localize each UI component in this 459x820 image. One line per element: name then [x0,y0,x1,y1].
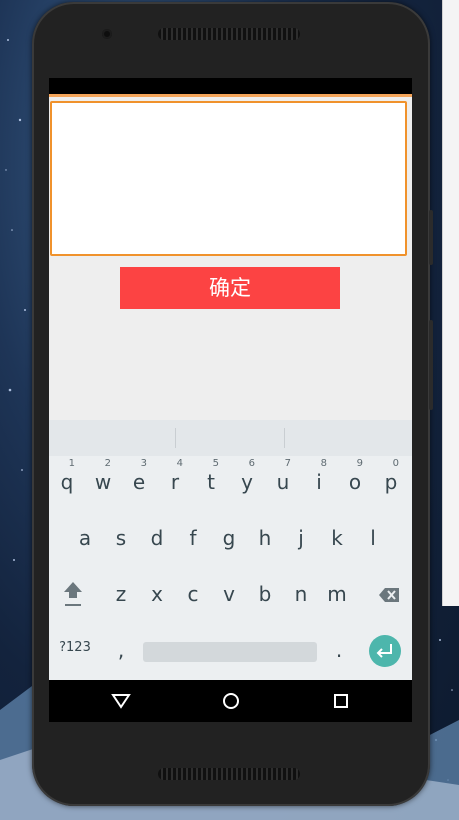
key-label: i [316,470,322,494]
key-label: b [258,582,272,606]
key-label: v [223,582,235,606]
key-z[interactable]: z [105,572,137,618]
power-button [429,210,433,265]
key-label: z [115,582,127,606]
key-label: y [241,470,253,494]
key-label: . [335,638,343,662]
front-camera [102,29,112,39]
key-hint: 4 [176,458,183,469]
key-label: , [117,638,125,662]
key-n[interactable]: n [285,572,317,618]
key-x[interactable]: x [141,572,173,618]
key-j[interactable]: j [285,516,317,562]
key-label: c [187,582,199,606]
key-label: e [132,470,146,494]
key-label: t [207,470,215,494]
key-u[interactable]: 7u [267,458,299,506]
key-label: w [94,470,112,494]
shift-key[interactable] [57,572,89,618]
key-label: l [370,526,376,550]
key-s[interactable]: s [105,516,137,562]
confirm-button[interactable]: 确定 [120,267,340,309]
home-icon[interactable] [219,689,243,713]
key-p[interactable]: 0p [375,458,407,506]
recents-icon[interactable] [329,689,353,713]
phone-screen: 确定 1q 2w 3e 4r 5t 6y 7u 8i 9o 0p a s d f… [49,78,412,722]
key-hint: 6 [248,458,255,469]
key-k[interactable]: k [321,516,353,562]
key-c[interactable]: c [177,572,209,618]
key-f[interactable]: f [177,516,209,562]
key-label: h [258,526,272,550]
key-label: g [222,526,236,550]
toolbar-accent-line [49,94,412,97]
key-label: o [348,470,362,494]
key-label: n [294,582,308,606]
symbols-key[interactable]: ?123 [55,628,95,674]
key-d[interactable]: d [141,516,173,562]
key-hint: 8 [320,458,327,469]
key-label: d [150,526,164,550]
enter-key[interactable] [367,628,403,674]
soft-keyboard: 1q 2w 3e 4r 5t 6y 7u 8i 9o 0p a s d f g … [49,420,412,680]
back-icon[interactable] [109,689,133,713]
top-speaker [158,28,300,40]
key-o[interactable]: 9o [339,458,371,506]
key-label: a [78,526,92,550]
key-w[interactable]: 2w [87,458,119,506]
key-hint: 0 [392,458,399,469]
key-label: p [384,470,398,494]
app-content: 确定 [49,94,412,420]
key-label: r [170,470,180,494]
key-y[interactable]: 6y [231,458,263,506]
key-t[interactable]: 5t [195,458,227,506]
key-v[interactable]: v [213,572,245,618]
key-label: ?123 [59,640,91,655]
key-e[interactable]: 3e [123,458,155,506]
enter-icon [369,635,401,667]
suggestion-strip [49,420,412,456]
suggestion-divider [175,428,176,448]
key-label: f [189,526,197,550]
key-label: m [327,582,347,606]
key-hint: 9 [356,458,363,469]
key-label: j [298,526,304,550]
key-i[interactable]: 8i [303,458,335,506]
backspace-icon [379,588,399,602]
key-q[interactable]: 1q [51,458,83,506]
text-input[interactable] [50,101,407,256]
key-h[interactable]: h [249,516,281,562]
bottom-speaker [158,768,300,780]
key-r[interactable]: 4r [159,458,191,506]
key-b[interactable]: b [249,572,281,618]
space-bar [143,642,317,662]
shift-icon [64,582,82,606]
navigation-bar [49,680,412,722]
status-bar [49,78,412,94]
volume-button [429,320,433,410]
key-a[interactable]: a [69,516,101,562]
key-label: s [115,526,127,550]
key-g[interactable]: g [213,516,245,562]
key-hint: 7 [284,458,291,469]
key-m[interactable]: m [321,572,353,618]
period-key[interactable]: . [323,628,355,674]
key-label: q [60,470,74,494]
side-panel [442,0,459,606]
key-label: x [151,582,163,606]
comma-key[interactable]: , [105,628,137,674]
key-hint: 5 [212,458,219,469]
suggestion-divider [284,428,285,448]
key-hint: 2 [104,458,111,469]
key-hint: 3 [140,458,147,469]
key-label: u [276,470,290,494]
space-key[interactable] [141,628,319,674]
backspace-key[interactable] [371,572,403,618]
key-label: k [331,526,343,550]
key-l[interactable]: l [357,516,389,562]
key-hint: 1 [68,458,75,469]
